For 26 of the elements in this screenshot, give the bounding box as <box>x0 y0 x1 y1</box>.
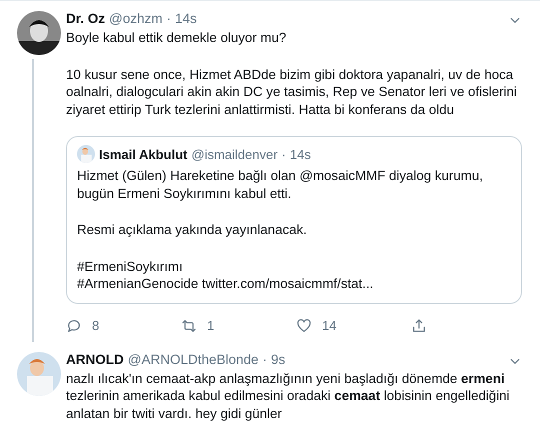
quoted-text: Resmi açıklama yakında yayınlanacak. <box>77 221 308 238</box>
user-name[interactable]: ARNOLD <box>66 352 124 366</box>
user-handle[interactable]: @ozhzm <box>109 11 162 26</box>
tweet-time[interactable]: 14s <box>174 11 197 26</box>
separator-dot: · <box>166 11 171 26</box>
action-count: 8 <box>92 318 100 333</box>
tweet-text: 10 kusur sene once, Hizmet ABDde bizim gibi doktora yapanalri, uv de hoca oalnalri, dialogculari akin akin DC ye tasimis, Rep ve Senator leri ve ofislerini ziyaret ettirip Turk tezlerini anlattirmisti. Hatta bi konferans da oldu <box>66 66 518 118</box>
action-count: 1 <box>207 318 214 333</box>
user-handle[interactable]: @ismaildenver <box>191 146 278 162</box>
quoted-tweet[interactable] <box>66 136 522 304</box>
tweet-time[interactable]: 14s <box>290 146 311 162</box>
user-name[interactable]: Ismail Akbulut <box>99 146 188 162</box>
tweet-text: nazlı ılıcak'ın cemaat-akp anlaşmazlığının yeni başladığı dönemde ermeni tezlerinin amerikada kabul edilmesini oradaki cemaat lobisinin engellediğini anlatan bir twiti vardı. hey gidi günler <box>66 370 511 422</box>
tweet-time[interactable]: 9s <box>271 352 286 366</box>
share-icon[interactable] <box>411 318 427 334</box>
separator-dot: · <box>262 352 268 366</box>
reply-icon[interactable] <box>66 318 82 334</box>
quoted-text: Hizmet (Gülen) Hareketine bağlı olan @mosaicMMF diyalog kurumu, bugün Ermeni Soykırımını kabul etti. <box>77 167 484 202</box>
retweet-icon[interactable] <box>181 318 197 334</box>
tweet-text: Boyle kabul ettik demekle oluyor mu? <box>66 29 288 46</box>
heart-icon[interactable] <box>296 318 312 334</box>
user-handle[interactable]: @ARNOLDtheBlonde <box>128 352 259 366</box>
user-name[interactable]: Dr. Oz <box>66 11 106 26</box>
action-count: 14 <box>322 318 336 333</box>
quoted-text: #ErmeniSoykırımı #ArmenianGenocide twitter.com/mosaicmmf/stat... <box>77 258 374 292</box>
separator-dot: · <box>282 146 286 162</box>
